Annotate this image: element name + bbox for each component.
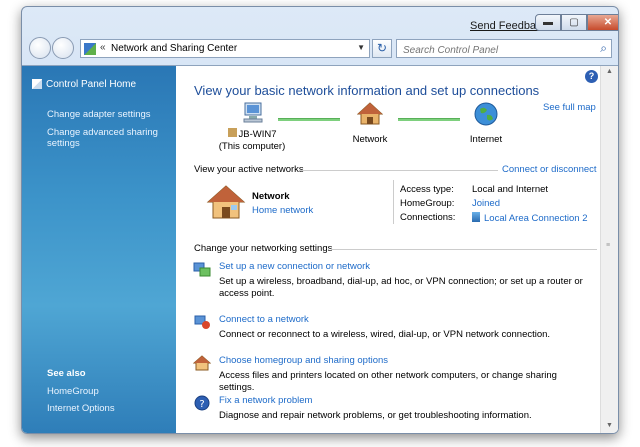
vertical-scrollbar[interactable]: ▲ ≡ ▼ — [600, 66, 618, 433]
home-small-icon — [227, 128, 237, 137]
search-box: ⌕ — [396, 39, 612, 59]
connect-network-icon — [194, 315, 210, 329]
network-name: Network — [252, 191, 290, 202]
map-link-line — [278, 118, 340, 121]
task-setup-connection[interactable]: Set up a new connection or network — [219, 261, 370, 272]
globe-icon — [474, 102, 498, 126]
network-setup-icon — [193, 262, 211, 277]
window: Send Feedback ▬ ▢ ✕ « Network and Sharin… — [21, 6, 619, 434]
homegroup-joined-link[interactable]: Joined — [472, 198, 500, 209]
house-icon — [206, 185, 246, 219]
divider — [331, 249, 597, 250]
address-bar[interactable]: « Network and Sharing Center ▼ — [80, 39, 370, 58]
local-area-connection-link[interactable]: Local Area Connection 2 — [472, 212, 588, 224]
computer-subtitle: (This computer) — [218, 141, 286, 152]
task-fix-problem[interactable]: Fix a network problem — [219, 395, 312, 406]
task-setup-connection-desc: Set up a wireless, broadband, dial-up, a… — [219, 276, 583, 299]
scroll-grip[interactable]: ≡ — [606, 242, 610, 249]
network-type-link[interactable]: Home network — [252, 205, 313, 216]
back-button[interactable] — [29, 37, 51, 59]
divider — [393, 180, 394, 224]
scroll-down-arrow[interactable]: ▼ — [606, 422, 613, 429]
active-networks-heading: View your active networks — [194, 164, 304, 175]
sidebar: Control Panel Home Change adapter settin… — [22, 66, 176, 433]
see-full-map-link[interactable]: See full map — [543, 102, 596, 113]
sidebar-item-change-adapter-settings[interactable]: Change adapter settings — [47, 109, 167, 120]
maximize-button[interactable]: ▢ — [561, 14, 587, 31]
map-internet-label: Internet — [469, 134, 503, 145]
title-bar: Send Feedback ▬ ▢ ✕ — [22, 7, 618, 35]
change-settings-heading: Change your networking settings — [194, 243, 333, 254]
task-homegroup-sharing-desc: Access files and printers located on oth… — [219, 370, 557, 393]
refresh-button[interactable]: ↻ — [372, 39, 392, 58]
task-connect-network[interactable]: Connect to a network — [219, 314, 309, 325]
control-panel-icon — [84, 43, 96, 55]
map-computer — [218, 102, 288, 127]
sidebar-item-homegroup[interactable]: HomeGroup — [47, 386, 99, 397]
computer-icon — [243, 102, 263, 123]
homegroup-label: HomeGroup: — [400, 198, 455, 209]
homegroup-icon — [193, 355, 211, 371]
client-area: Control Panel Home Change adapter settin… — [22, 65, 618, 433]
connections-label: Connections: — [400, 212, 456, 223]
task-connect-network-desc: Connect or reconnect to a wireless, wire… — [219, 329, 551, 340]
help-icon[interactable]: ? — [585, 70, 598, 83]
access-type-value: Local and Internet — [472, 184, 549, 195]
forward-button[interactable] — [52, 37, 74, 59]
see-also-heading: See also — [47, 368, 86, 379]
minimize-button[interactable]: ▬ — [535, 14, 561, 31]
scroll-up-arrow[interactable]: ▲ — [606, 68, 613, 75]
troubleshoot-icon: ? — [194, 395, 210, 411]
search-input[interactable] — [397, 42, 587, 59]
connect-or-disconnect-link[interactable]: Connect or disconnect — [502, 164, 597, 175]
map-network-label: Network — [352, 134, 388, 145]
control-panel-home-icon — [32, 79, 42, 89]
breadcrumb[interactable]: Network and Sharing Center — [111, 43, 237, 54]
page-title: View your basic network information and … — [194, 83, 540, 98]
access-type-label: Access type: — [400, 184, 454, 195]
main-content: View your basic network information and … — [176, 66, 602, 433]
close-button[interactable]: ✕ — [587, 14, 618, 31]
house-icon — [356, 102, 384, 125]
chevron-down-icon[interactable]: ▼ — [357, 43, 365, 52]
navigation-bar: « Network and Sharing Center ▼ ↻ ⌕ — [22, 37, 618, 61]
caption-buttons: ▬ ▢ ✕ — [535, 14, 618, 31]
sidebar-item-control-panel-home[interactable]: Control Panel Home — [46, 79, 136, 90]
sidebar-item-change-advanced-sharing[interactable]: Change advanced sharing settings — [47, 127, 162, 149]
task-homegroup-sharing[interactable]: Choose homegroup and sharing options — [219, 355, 388, 366]
task-fix-problem-desc: Diagnose and repair network problems, or… — [219, 410, 532, 421]
search-icon[interactable]: ⌕ — [600, 41, 607, 56]
map-link-line — [398, 118, 460, 121]
map-internet[interactable] — [466, 102, 506, 129]
svg-text:?: ? — [199, 399, 204, 410]
map-network[interactable] — [348, 102, 392, 129]
divider — [300, 170, 498, 171]
sidebar-item-internet-options[interactable]: Internet Options — [47, 403, 115, 414]
breadcrumb-chevron[interactable]: « — [100, 42, 106, 53]
network-adapter-icon — [472, 212, 480, 222]
computer-name: JB-WIN7 — [212, 128, 292, 140]
